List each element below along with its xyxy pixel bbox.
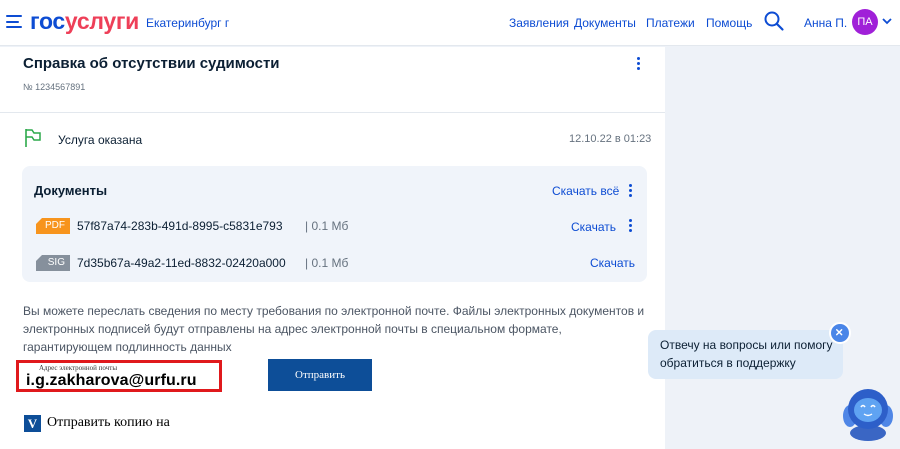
file-size: | 0.1 Мб: [305, 256, 349, 270]
download-link[interactable]: Скачать: [590, 256, 635, 270]
file-name[interactable]: 7d35b67a-49a2-11ed-8832-02420a000: [77, 256, 286, 270]
status-date: 12.10.22 в 01:23: [569, 133, 652, 145]
send-button[interactable]: Отправить: [268, 359, 372, 391]
page-title: Справка об отсутствии судимости: [23, 55, 280, 72]
application-number: № 1234567891: [23, 82, 86, 92]
support-bubble-text: Отвечу на вопросы или помогу обратиться …: [660, 338, 833, 370]
city-selector[interactable]: Екатеринбург г: [146, 16, 229, 30]
email-field-value[interactable]: i.g.zakharova@urfu.ru: [26, 372, 197, 390]
divider: [0, 112, 665, 113]
file-name[interactable]: 57f87a74-283b-491d-8995-c5831e793: [77, 219, 283, 233]
copy-checkbox-label: Отправить копию на: [47, 415, 170, 430]
status-text: Услуга оказана: [58, 133, 143, 147]
search-icon[interactable]: [763, 10, 785, 32]
pdf-file-icon: PDF: [36, 218, 70, 234]
nav-applications[interactable]: Заявления: [509, 16, 569, 30]
nav-payments[interactable]: Платежи: [646, 16, 695, 30]
download-link[interactable]: Скачать: [571, 220, 616, 234]
avatar[interactable]: ПА: [852, 9, 878, 35]
nav-documents[interactable]: Документы: [574, 16, 636, 30]
download-all-link[interactable]: Скачать всё: [552, 184, 619, 198]
copy-checkbox[interactable]: V: [24, 415, 41, 432]
more-options-icon[interactable]: [636, 57, 640, 73]
nav-help[interactable]: Помощь: [706, 16, 752, 30]
support-bubble[interactable]: Отвечу на вопросы или помогу обратиться …: [648, 330, 843, 379]
more-options-icon[interactable]: [628, 184, 632, 200]
email-field-label: Адрес электронной почты: [39, 364, 118, 372]
file-size: | 0.1 Мб: [305, 219, 349, 233]
sig-file-icon: SIG: [36, 255, 70, 271]
hamburger-icon[interactable]: [6, 15, 22, 28]
gosuslugi-logo[interactable]: госуслуги: [30, 8, 139, 35]
chevron-down-icon[interactable]: [881, 15, 893, 27]
robot-assistant-icon[interactable]: [838, 383, 898, 441]
more-options-icon[interactable]: [628, 219, 632, 235]
email-info-text: Вы можете переслать сведения по месту тр…: [23, 304, 645, 354]
email-field[interactable]: Адрес электронной почты i.g.zakharova@ur…: [16, 360, 222, 392]
user-name[interactable]: Анна П.: [804, 16, 847, 30]
documents-title: Документы: [34, 183, 108, 198]
close-icon[interactable]: [829, 322, 851, 344]
flag-icon: [25, 129, 41, 147]
top-header: госуслуги Екатеринбург г Заявления Докум…: [0, 0, 900, 46]
